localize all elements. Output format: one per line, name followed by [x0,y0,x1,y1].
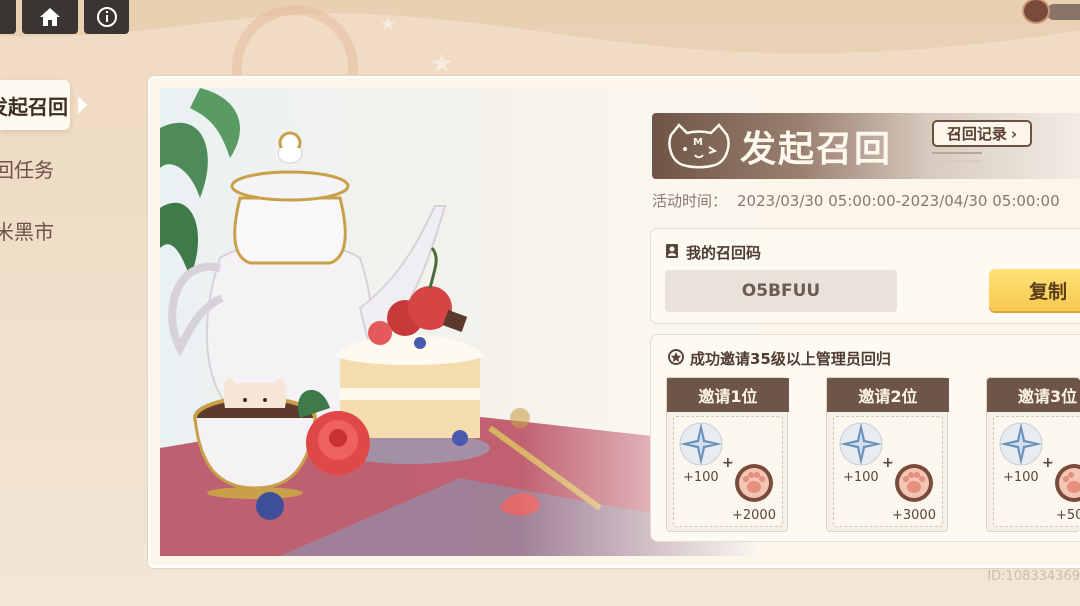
reward-tier-label: 邀请3位 [987,378,1080,412]
sidebar-item-label: 米黑市 [0,219,54,244]
crystal-star-icon[interactable] [678,421,724,467]
sidebar-item-label: 回任务 [0,157,54,182]
player-id: ID:108334369 [987,569,1080,584]
reward-tier-1: 邀请1位 +100 + +2000 [666,377,789,532]
event-title: 发起召回 [740,129,893,170]
home-icon [40,8,60,26]
event-time-range: 2023/03/30 05:00:00-2023/04/30 05:00:00 [737,192,1060,210]
avatar-bar [1046,4,1080,20]
copy-button-label: 复制 [1029,280,1068,303]
info-button[interactable] [84,0,129,34]
reward-tier-label: 邀请2位 [827,378,949,412]
reward-items: +100 + +500 [993,416,1080,527]
active-indicator-arrow [78,96,87,114]
item2-amount: +2000 [732,508,776,523]
reward-items: +100 + +2000 [673,416,783,527]
plus-sign: + [1042,455,1054,471]
reward-tier-3: 邀请3位 +100 + +500 [986,377,1080,532]
event-time-label: 活动时间： [652,192,728,210]
recall-code-title: 我的召回码 [686,244,762,262]
copy-button[interactable]: 复制 [989,269,1080,311]
item1-amount: +100 [843,470,879,485]
event-time-row: 活动时间： 2023/03/30 05:00:00-2023/04/30 05:0… [652,190,1070,211]
info-icon [96,7,117,27]
item1-amount: +100 [683,470,719,485]
reward-tier-label: 邀请1位 [667,378,789,412]
home-button[interactable] [22,0,78,34]
item2-amount: +500 [1056,508,1080,523]
menu-button[interactable] [0,0,16,34]
paw-token-icon[interactable] [1054,463,1080,503]
invite-section-title: 成功邀请35级以上管理员回归 [690,350,891,368]
contact-card-icon [666,244,678,258]
reward-tier-2: 邀请2位 +100 + +3000 [826,377,949,532]
background-wave: ★ ★ [0,0,1080,80]
crystal-star-icon[interactable] [998,421,1044,467]
item1-amount: +100 [1003,470,1039,485]
cat-face-icon: M [668,123,730,169]
paw-token-icon[interactable] [894,463,934,503]
item2-amount: +3000 [892,508,936,523]
reward-tier-label-text: 邀请3位 [1018,387,1078,406]
svg-text:M: M [693,137,703,148]
sidebar-item-initiate-recall[interactable]: 发起召回 [0,80,70,130]
paw-token-icon[interactable] [734,463,774,503]
sidebar-item-recall-tasks[interactable]: 回任务 [0,153,70,183]
plus-sign: + [882,455,894,471]
recall-record-label: 召回记录 [946,125,1007,143]
recall-code-value: O5BFUU [665,270,897,312]
sidebar-item-label: 发起召回 [0,94,68,119]
reward-items: +100 + +3000 [833,416,943,527]
crystal-star-icon[interactable] [838,421,884,467]
star-badge-icon [668,349,684,365]
sidebar-item-black-market[interactable]: 米黑市 [0,215,70,245]
svg-text:★: ★ [380,14,396,35]
chevron-right-icon: › [1010,124,1018,143]
plus-sign: + [722,455,734,471]
decorative-lines [932,152,982,162]
svg-text:★: ★ [430,49,453,79]
recall-record-button[interactable]: 召回记录 › [932,120,1032,147]
